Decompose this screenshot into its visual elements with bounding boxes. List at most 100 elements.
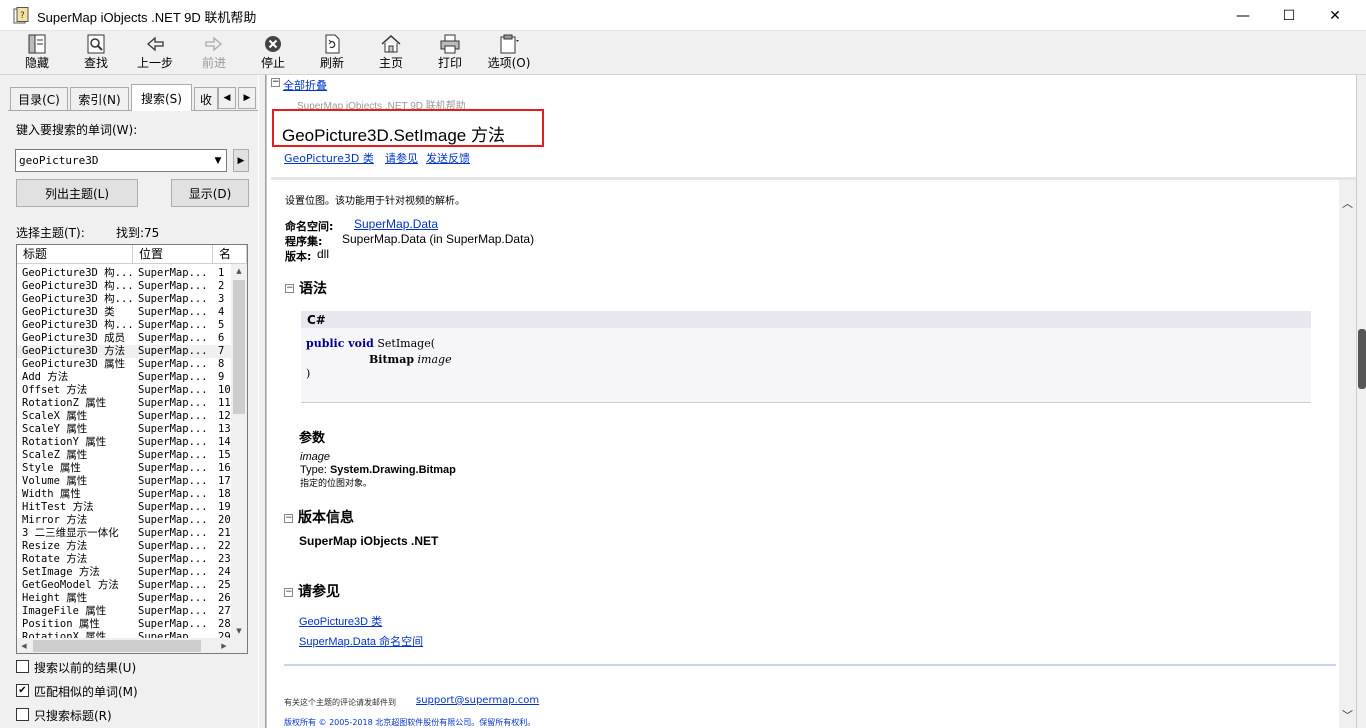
result-row[interactable]: ScaleY 属性 SuperMap... 13	[17, 423, 231, 436]
result-location: SuperMap...	[138, 618, 208, 630]
see-also-collapse-icon[interactable]: −	[284, 588, 293, 597]
scroll-left-icon[interactable]: ◀	[17, 638, 31, 653]
result-row[interactable]: GeoPicture3D 构... SuperMap... 3	[17, 293, 231, 306]
result-location: SuperMap...	[138, 267, 208, 279]
titles-only-checkbox[interactable]	[16, 708, 29, 721]
result-row[interactable]: ImageFile 属性 SuperMap... 27	[17, 605, 231, 618]
stop-button[interactable]: 停止	[244, 32, 302, 74]
scroll-down-icon[interactable]: ▼	[231, 624, 247, 638]
results-vertical-scrollbar[interactable]: ▲ ▼	[231, 264, 247, 638]
result-row[interactable]: Add 方法 SuperMap... 9	[17, 371, 231, 384]
version-info-collapse-icon[interactable]: −	[284, 514, 293, 523]
see-also-class-link[interactable]: GeoPicture3D 类	[299, 613, 382, 629]
search-previous-checkbox[interactable]	[16, 660, 29, 673]
result-title: Add 方法	[22, 371, 69, 383]
content-scrollbar[interactable]: ︿ ﹀	[1339, 180, 1356, 728]
result-row[interactable]: Position 属性 SuperMap... 28	[17, 618, 231, 631]
support-email-link[interactable]: support@supermap.com	[416, 695, 539, 706]
edge-grip[interactable]	[1358, 329, 1366, 389]
result-row[interactable]: GeoPicture3D 属性 SuperMap... 8	[17, 358, 231, 371]
list-topics-button[interactable]: 列出主题(L)	[16, 179, 138, 207]
result-title: Position 属性	[22, 618, 100, 630]
result-row[interactable]: GeoPicture3D 成员 SuperMap... 6	[17, 332, 231, 345]
version-info-text: SuperMap iObjects .NET	[299, 534, 439, 548]
send-feedback-link[interactable]: 发送反馈	[426, 150, 470, 166]
search-input[interactable]	[15, 149, 227, 172]
collapse-all-icon[interactable]: −	[271, 78, 280, 87]
column-header-location[interactable]: 位置	[133, 245, 213, 264]
scroll-up-icon[interactable]: ▲	[231, 264, 247, 278]
hide-button[interactable]: 隐藏	[8, 32, 66, 74]
syntax-collapse-icon[interactable]: −	[285, 284, 294, 293]
result-title: Offset 方法	[22, 384, 88, 396]
result-row[interactable]: GetGeoModel 方法 SuperMap... 25	[17, 579, 231, 592]
result-rank: 3	[218, 293, 225, 305]
home-button[interactable]: 主页	[362, 32, 420, 74]
tab-search[interactable]: 搜索(S)	[131, 84, 192, 111]
result-row[interactable]: Mirror 方法 SuperMap... 20	[17, 514, 231, 527]
collapse-all-link[interactable]: 全部折叠	[283, 77, 327, 93]
result-row[interactable]: RotationZ 属性 SuperMap... 11	[17, 397, 231, 410]
tab-contents[interactable]: 目录(C)	[10, 87, 68, 111]
tab-favorites[interactable]: 收	[194, 87, 218, 111]
minimize-button[interactable]: —	[1220, 0, 1266, 31]
result-row[interactable]: 3 二三维显示一体化 SuperMap... 21	[17, 527, 231, 540]
result-row[interactable]: Height 属性 SuperMap... 26	[17, 592, 231, 605]
forward-button[interactable]: 前进	[185, 32, 243, 74]
param-type-label: Type:	[300, 464, 330, 476]
see-also-link[interactable]: 请参见	[385, 150, 418, 166]
result-row[interactable]: GeoPicture3D 构... SuperMap... 5	[17, 319, 231, 332]
column-header-title[interactable]: 标题	[17, 245, 133, 264]
print-button[interactable]: 打印	[421, 32, 479, 74]
result-row[interactable]: HitTest 方法 SuperMap... 19	[17, 501, 231, 514]
results-list[interactable]: 标题 位置 名 GeoPicture3D 构... SuperMap... 1 Geo…	[16, 244, 248, 654]
window-title: SuperMap iObjects .NET 9D 联机帮助	[37, 10, 257, 25]
result-title: ScaleY 属性	[22, 423, 88, 435]
maximize-button[interactable]: ☐	[1266, 0, 1312, 31]
horizontal-scrollbar-thumb[interactable]	[33, 640, 201, 652]
result-row[interactable]: GeoPicture3D 构... SuperMap... 2	[17, 280, 231, 293]
result-location: SuperMap...	[138, 501, 208, 513]
result-row[interactable]: Width 属性 SuperMap... 18	[17, 488, 231, 501]
result-row[interactable]: ScaleZ 属性 SuperMap... 15	[17, 449, 231, 462]
options-button[interactable]: 选项(O)	[480, 32, 538, 74]
result-title: GeoPicture3D 成员	[22, 332, 126, 344]
result-row[interactable]: ScaleX 属性 SuperMap... 12	[17, 410, 231, 423]
result-row[interactable]: GeoPicture3D 方法 SuperMap... 7	[17, 345, 231, 358]
result-rank: 21	[218, 527, 231, 539]
result-row[interactable]: SetImage 方法 SuperMap... 24	[17, 566, 231, 579]
result-row[interactable]: Style 属性 SuperMap... 16	[17, 462, 231, 475]
class-link[interactable]: GeoPicture3D 类	[284, 150, 374, 166]
tab-scroll-right-icon[interactable]: ▶	[238, 87, 256, 109]
scrollbar-thumb[interactable]	[233, 280, 245, 414]
column-header-rank[interactable]: 名	[213, 245, 247, 264]
namespace-link[interactable]: SuperMap.Data	[354, 217, 438, 231]
see-also-namespace-link[interactable]: SuperMap.Data 命名空间	[299, 633, 423, 649]
pane-splitter[interactable]	[258, 75, 266, 728]
result-location: SuperMap...	[138, 527, 208, 539]
result-row[interactable]: Volume 属性 SuperMap... 17	[17, 475, 231, 488]
result-row[interactable]: RotationY 属性 SuperMap... 14	[17, 436, 231, 449]
content-scroll-down-icon[interactable]: ﹀	[1339, 708, 1356, 724]
result-location: SuperMap...	[138, 514, 208, 526]
result-row[interactable]: GeoPicture3D 构... SuperMap... 1	[17, 267, 231, 280]
tab-index[interactable]: 索引(N)	[70, 87, 129, 111]
code-language-tab[interactable]: C#	[301, 311, 1311, 328]
close-button[interactable]: ✕	[1312, 0, 1358, 31]
search-go-icon[interactable]: ▶	[233, 149, 249, 172]
result-rank: 4	[218, 306, 225, 318]
find-button[interactable]: 查找	[67, 32, 125, 74]
result-row[interactable]: Offset 方法 SuperMap... 10	[17, 384, 231, 397]
scroll-right-icon[interactable]: ▶	[217, 638, 231, 653]
match-similar-checkbox[interactable]: ✔	[16, 684, 29, 697]
combo-dropdown-icon[interactable]: ▼	[210, 150, 226, 171]
result-row[interactable]: Rotate 方法 SuperMap... 23	[17, 553, 231, 566]
content-scroll-up-icon[interactable]: ︿	[1339, 196, 1356, 212]
display-button[interactable]: 显示(D)	[171, 179, 249, 207]
results-horizontal-scrollbar[interactable]: ◀ ▶	[17, 638, 247, 653]
back-button[interactable]: 上一步	[126, 32, 184, 74]
refresh-button[interactable]: 刷新	[303, 32, 361, 74]
result-row[interactable]: GeoPicture3D 类 SuperMap... 4	[17, 306, 231, 319]
result-row[interactable]: Resize 方法 SuperMap... 22	[17, 540, 231, 553]
tab-scroll-left-icon[interactable]: ◀	[218, 87, 236, 109]
